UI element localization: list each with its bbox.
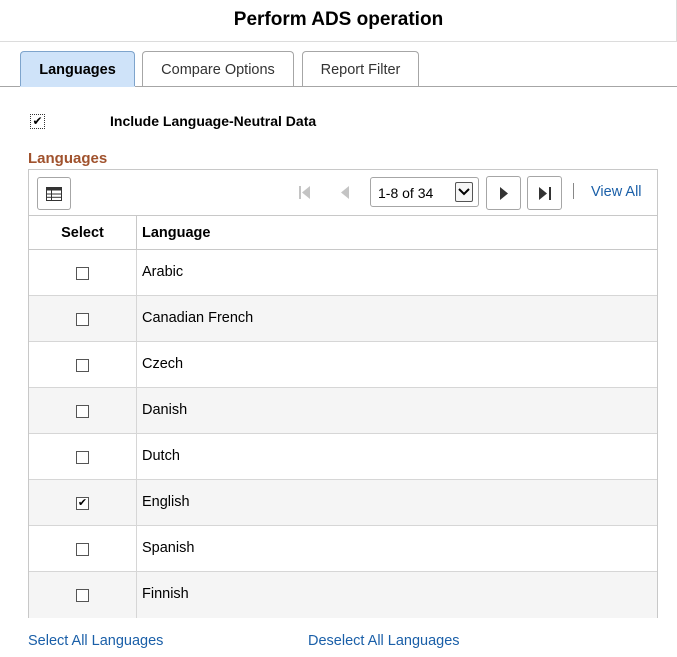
select-cell — [29, 526, 137, 572]
include-neutral-checkbox[interactable]: ✔ — [30, 113, 45, 129]
column-header-select: Select — [29, 216, 137, 250]
table-row: Finnish — [29, 572, 657, 618]
tab-compare-options[interactable]: Compare Options — [142, 51, 294, 87]
next-page-button[interactable] — [486, 176, 521, 210]
toolbar-separator — [573, 183, 574, 199]
table-row: Danish — [29, 388, 657, 434]
table-row: Arabic — [29, 250, 657, 296]
select-cell — [29, 388, 137, 434]
active-tab-underline — [20, 86, 135, 87]
page-range-value: 1-8 of 34 — [378, 185, 434, 201]
last-page-icon — [538, 186, 551, 200]
tab-report-filter[interactable]: Report Filter — [302, 51, 419, 87]
view-all-link[interactable]: View All — [591, 184, 642, 200]
select-cell: ✔ — [29, 480, 137, 526]
language-cell: Finnish — [142, 586, 189, 602]
select-cell — [29, 572, 137, 618]
table-row: Dutch — [29, 434, 657, 480]
row-checkbox[interactable] — [76, 588, 89, 602]
row-checkbox[interactable] — [76, 312, 89, 326]
page-range-select[interactable]: 1-8 of 34 — [370, 177, 479, 207]
language-cell: Dutch — [142, 448, 180, 464]
select-cell — [29, 296, 137, 342]
select-cell — [29, 342, 137, 388]
language-cell: Danish — [142, 402, 188, 418]
tab-bar: Languages Compare Options Report Filter — [0, 51, 677, 87]
table-row: Czech — [29, 342, 657, 388]
row-checkbox[interactable] — [76, 358, 89, 372]
row-checkbox[interactable] — [76, 542, 89, 556]
language-cell: Spanish — [142, 540, 195, 556]
language-cell: Czech — [142, 356, 184, 372]
table-row: ✔ English — [29, 480, 657, 526]
include-neutral-row: ✔ Include Language-Neutral Data — [30, 112, 316, 130]
table-row: Canadian French — [29, 296, 657, 342]
table-row: Spanish — [29, 526, 657, 572]
column-header-language: Language — [142, 225, 211, 241]
select-cell — [29, 250, 137, 296]
next-page-icon — [500, 186, 508, 200]
first-page-icon — [299, 186, 310, 199]
dialog-header: Perform ADS operation — [0, 0, 677, 42]
language-cell: English — [142, 494, 190, 510]
select-all-languages-link[interactable]: Select All Languages — [28, 633, 163, 649]
row-checkbox[interactable] — [76, 266, 89, 280]
chevron-down-icon — [455, 182, 473, 202]
language-cell: Canadian French — [142, 310, 254, 326]
grid-personalize-icon — [46, 186, 62, 201]
language-cell: Arabic — [142, 264, 184, 280]
grid-personalize-button[interactable] — [37, 177, 71, 210]
dialog-title: Perform ADS operation — [233, 9, 444, 30]
row-checkbox[interactable] — [76, 450, 89, 464]
languages-grid: 1-8 of 34 View All Select Language Arabi… — [28, 169, 658, 618]
deselect-all-languages-link[interactable]: Deselect All Languages — [308, 633, 460, 649]
tab-languages[interactable]: Languages — [20, 51, 135, 87]
row-checkbox[interactable]: ✔ — [76, 496, 89, 510]
table-body: Arabic Canadian French Czech Danish Dutc… — [29, 250, 657, 618]
table-header: Select Language — [29, 216, 657, 250]
section-title: Languages — [28, 150, 108, 167]
row-checkbox[interactable] — [76, 404, 89, 418]
select-cell — [29, 434, 137, 480]
previous-page-icon — [341, 186, 349, 199]
grid-toolbar: 1-8 of 34 View All — [29, 170, 657, 216]
last-page-button[interactable] — [527, 176, 562, 210]
include-neutral-label: Include Language-Neutral Data — [110, 113, 317, 129]
